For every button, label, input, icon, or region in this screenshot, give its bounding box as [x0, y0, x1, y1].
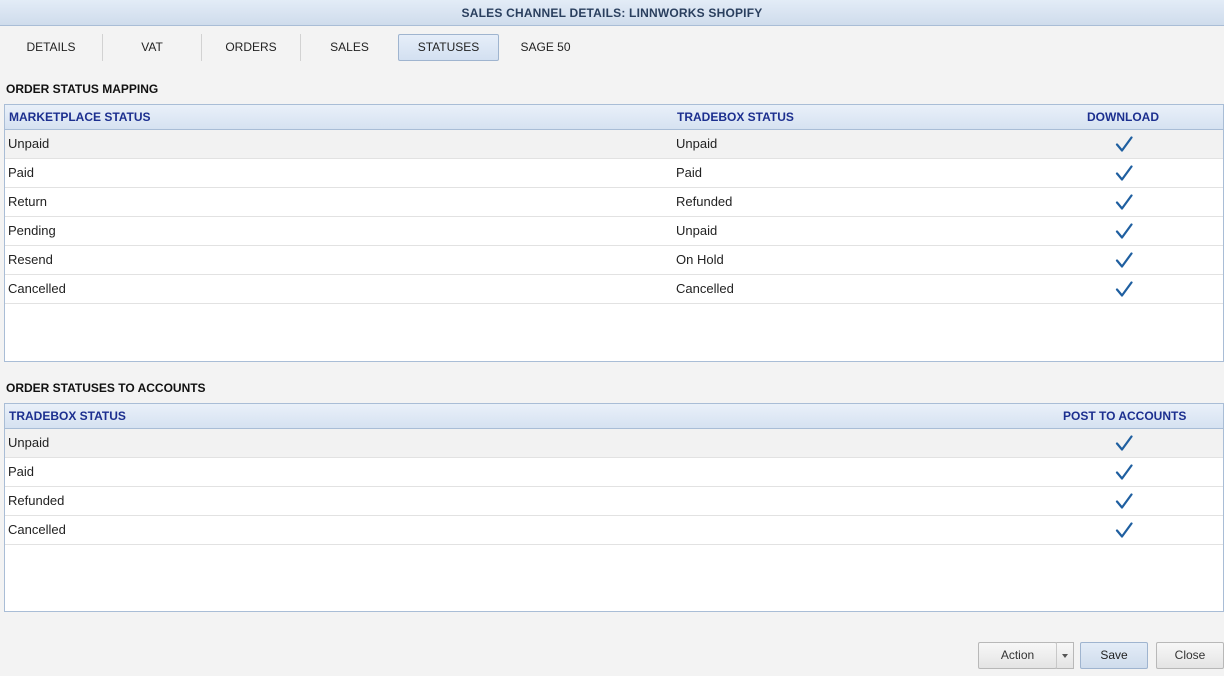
- checkmark-icon: [1115, 492, 1133, 510]
- tab-bar: DETAILS VAT ORDERS SALES STATUSES SAGE 5…: [0, 34, 592, 61]
- tab-sage-50[interactable]: SAGE 50: [499, 34, 592, 61]
- checkmark-icon: [1115, 280, 1133, 298]
- column-header-marketplace-status[interactable]: MARKETPLACE STATUS: [9, 105, 151, 130]
- tab-sales[interactable]: SALES: [301, 34, 398, 61]
- marketplace-status-cell: Paid: [8, 165, 35, 180]
- tradebox-status-cell: Cancelled: [676, 281, 734, 296]
- table-row[interactable]: Refunded: [5, 487, 1223, 516]
- table-row[interactable]: Return Refunded: [5, 188, 1223, 217]
- marketplace-status-cell: Resend: [8, 252, 53, 267]
- grid-header: MARKETPLACE STATUS TRADEBOX STATUS DOWNL…: [5, 105, 1223, 130]
- tradebox-status-cell: Refunded: [676, 194, 733, 209]
- checkmark-icon: [1115, 193, 1133, 211]
- order-statuses-to-accounts-title: ORDER STATUSES TO ACCOUNTS: [6, 381, 206, 395]
- column-header-tradebox-status[interactable]: TRADEBOX STATUS: [9, 404, 126, 429]
- column-header-post-to-accounts[interactable]: POST TO ACCOUNTS: [1063, 404, 1186, 429]
- tradebox-status-cell: Refunded: [8, 493, 65, 508]
- tradebox-status-cell: On Hold: [676, 252, 724, 267]
- tab-orders[interactable]: ORDERS: [202, 34, 301, 61]
- download-checkbox[interactable]: [1115, 222, 1133, 240]
- post-to-accounts-checkbox[interactable]: [1115, 521, 1133, 539]
- grid-header: TRADEBOX STATUS POST TO ACCOUNTS: [5, 404, 1223, 429]
- tradebox-status-cell: Unpaid: [676, 223, 718, 238]
- window-title: SALES CHANNEL DETAILS: LINNWORKS SHOPIFY: [0, 0, 1224, 26]
- table-row[interactable]: Resend On Hold: [5, 246, 1223, 275]
- post-to-accounts-checkbox[interactable]: [1115, 434, 1133, 452]
- marketplace-status-cell: Pending: [8, 223, 56, 238]
- post-to-accounts-checkbox[interactable]: [1115, 492, 1133, 510]
- tradebox-status-cell: Unpaid: [676, 136, 718, 151]
- table-row[interactable]: Unpaid: [5, 429, 1223, 458]
- checkmark-icon: [1115, 434, 1133, 452]
- download-checkbox[interactable]: [1115, 135, 1133, 153]
- table-row[interactable]: Pending Unpaid: [5, 217, 1223, 246]
- marketplace-status-cell: Cancelled: [8, 281, 66, 296]
- tab-vat[interactable]: VAT: [103, 34, 202, 61]
- chevron-down-icon: [1062, 654, 1068, 658]
- download-checkbox[interactable]: [1115, 164, 1133, 182]
- table-row[interactable]: Cancelled Cancelled: [5, 275, 1223, 304]
- marketplace-status-cell: Unpaid: [8, 136, 50, 151]
- download-checkbox[interactable]: [1115, 193, 1133, 211]
- order-status-mapping-grid: MARKETPLACE STATUS TRADEBOX STATUS DOWNL…: [4, 104, 1224, 362]
- post-to-accounts-checkbox[interactable]: [1115, 463, 1133, 481]
- marketplace-status-cell: Return: [8, 194, 48, 209]
- action-button[interactable]: Action: [978, 642, 1057, 669]
- table-row[interactable]: Paid Paid: [5, 159, 1223, 188]
- tradebox-status-cell: Cancelled: [8, 522, 66, 537]
- checkmark-icon: [1115, 164, 1133, 182]
- checkmark-icon: [1115, 463, 1133, 481]
- checkmark-icon: [1115, 222, 1133, 240]
- close-button[interactable]: Close: [1156, 642, 1224, 669]
- order-status-mapping-title: ORDER STATUS MAPPING: [6, 82, 159, 96]
- checkmark-icon: [1115, 251, 1133, 269]
- table-row[interactable]: Paid: [5, 458, 1223, 487]
- save-button[interactable]: Save: [1080, 642, 1148, 669]
- checkmark-icon: [1115, 521, 1133, 539]
- table-row[interactable]: Cancelled: [5, 516, 1223, 545]
- table-row[interactable]: Unpaid Unpaid: [5, 130, 1223, 159]
- action-dropdown-button[interactable]: [1056, 642, 1074, 669]
- download-checkbox[interactable]: [1115, 280, 1133, 298]
- column-header-tradebox-status[interactable]: TRADEBOX STATUS: [677, 105, 794, 130]
- tradebox-status-cell: Unpaid: [8, 435, 50, 450]
- tab-details[interactable]: DETAILS: [0, 34, 103, 61]
- tab-statuses[interactable]: STATUSES: [398, 34, 499, 61]
- order-statuses-to-accounts-grid: TRADEBOX STATUS POST TO ACCOUNTS Unpaid P…: [4, 403, 1224, 612]
- column-header-download[interactable]: DOWNLOAD: [1087, 105, 1159, 130]
- tradebox-status-cell: Paid: [8, 464, 35, 479]
- tradebox-status-cell: Paid: [676, 165, 703, 180]
- checkmark-icon: [1115, 135, 1133, 153]
- download-checkbox[interactable]: [1115, 251, 1133, 269]
